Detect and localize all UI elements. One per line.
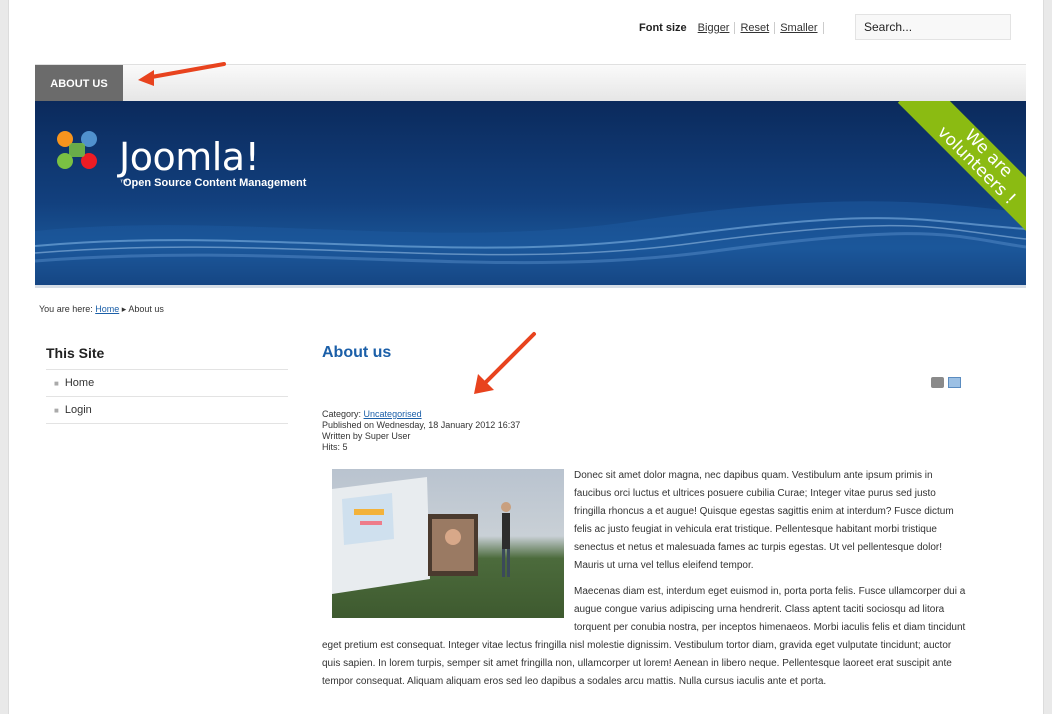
author: Written by Super User: [322, 431, 411, 441]
breadcrumb-prefix: You are here:: [39, 304, 93, 314]
nav-tab-about-us[interactable]: ABOUT US: [35, 65, 123, 102]
search-input[interactable]: [855, 14, 1011, 40]
sidebar-item-label: Home: [64, 377, 95, 389]
breadcrumb: You are here: Home ▸ About us: [39, 304, 164, 315]
sidebar-menu: ■ Home ■ Login: [46, 370, 288, 424]
font-size-controls: Font size Bigger Reset Smaller: [639, 22, 824, 34]
font-smaller-link[interactable]: Smaller: [775, 22, 824, 34]
annotation-arrow-icon: [138, 62, 226, 86]
breadcrumb-separator-icon: ▸: [121, 304, 127, 314]
article-actions: [931, 377, 961, 388]
font-size-label: Font size: [639, 22, 687, 34]
font-reset-link[interactable]: Reset: [735, 22, 776, 34]
print-icon[interactable]: [931, 377, 944, 388]
virtual-world-scene: [332, 477, 511, 594]
article-body: Donec sit amet dolor magna, nec dapibus …: [322, 467, 967, 691]
bullet-icon: ■: [54, 405, 59, 415]
joomla-logo-icon: [57, 131, 97, 169]
breadcrumb-current: About us: [128, 304, 164, 314]
volunteer-ribbon: We are volunteers !: [896, 101, 1026, 231]
published-date: Published on Wednesday, 18 January 2012 …: [322, 420, 521, 430]
breadcrumb-home-link[interactable]: Home: [95, 304, 119, 314]
article-title[interactable]: About us: [322, 344, 967, 362]
header-banner: Joomla!™ Open Source Content Management …: [35, 101, 1026, 285]
email-icon[interactable]: [948, 377, 961, 388]
article: About us Category: Uncategorised Publish…: [322, 344, 967, 699]
bullet-icon: ■: [54, 378, 59, 388]
sidebar: This Site ■ Home ■ Login: [46, 345, 288, 424]
annotation-arrow-icon: [474, 332, 536, 394]
article-meta: Category: Uncategorised Published on Wed…: [322, 409, 967, 453]
logo-tagline: Open Source Content Management: [123, 177, 307, 189]
font-bigger-link[interactable]: Bigger: [693, 22, 736, 34]
sidebar-item-label: Login: [64, 404, 92, 416]
joomla-logo[interactable]: Joomla!™ Open Source Content Management: [53, 127, 306, 190]
category-link[interactable]: Uncategorised: [364, 409, 422, 419]
hits-count: Hits: 5: [322, 442, 348, 452]
banner-divider: [35, 285, 1026, 288]
sidebar-title: This Site: [46, 345, 288, 370]
sidebar-item-login[interactable]: ■ Login: [46, 397, 288, 424]
category-label: Category:: [322, 409, 362, 419]
sidebar-item-home[interactable]: ■ Home: [46, 370, 288, 397]
article-image: [332, 469, 564, 618]
